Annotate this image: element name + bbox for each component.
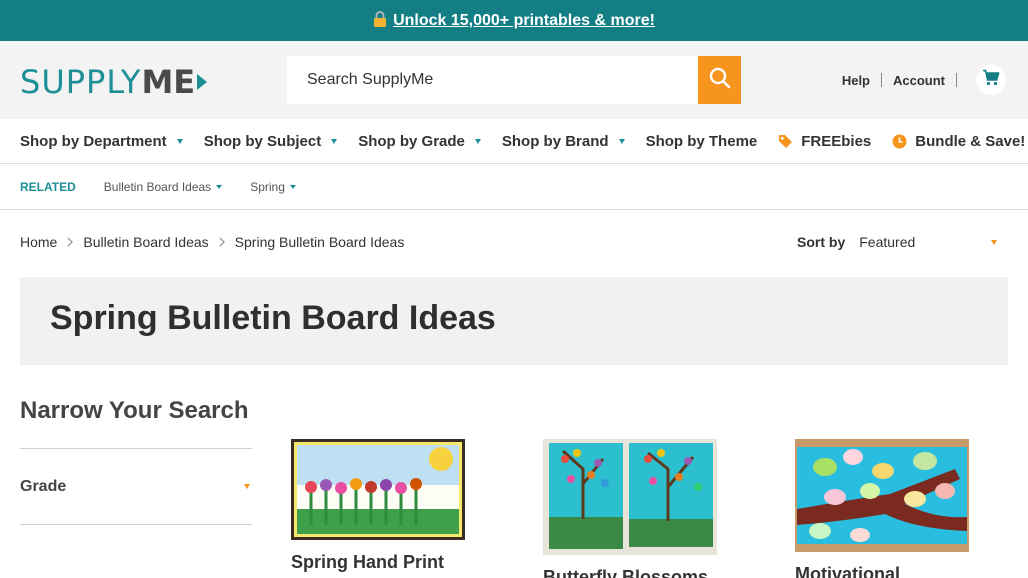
page-title-box: Spring Bulletin Board Ideas <box>20 277 1008 365</box>
breadcrumb-home[interactable]: Home <box>20 234 57 250</box>
lock-icon <box>373 10 387 31</box>
related-spring[interactable]: Spring <box>250 180 296 194</box>
related-label: RELATED <box>20 179 76 194</box>
nav-shop-by-grade[interactable]: Shop by Grade <box>358 133 481 150</box>
related-bar: RELATED Bulletin Board Ideas Spring <box>0 164 1028 210</box>
facet-grade[interactable]: Grade <box>20 449 252 525</box>
caret-down-icon <box>176 138 183 144</box>
site-header: SUPPLY ME Help Account <box>0 41 1028 119</box>
cart-button[interactable] <box>976 65 1006 95</box>
nav-shop-by-department[interactable]: Shop by Department <box>20 133 183 150</box>
logo-text-me: ME <box>141 63 196 101</box>
caret-down-icon <box>618 138 625 144</box>
caret-down-icon <box>331 138 338 144</box>
product-image-butterfly-blossoms[interactable] <box>543 439 717 555</box>
product-card[interactable]: Spring Hand Print <box>291 439 465 573</box>
logo-arrow-icon <box>197 74 208 90</box>
product-card[interactable]: Motivational <box>795 439 969 578</box>
search-input[interactable] <box>287 56 698 104</box>
nav-label: Shop by Subject <box>203 132 322 150</box>
page-title: Spring Bulletin Board Ideas <box>50 299 496 337</box>
divider <box>956 73 957 87</box>
account-link[interactable]: Account <box>893 73 945 88</box>
nav-shop-by-subject[interactable]: Shop by Subject <box>204 133 338 150</box>
main-nav: Shop by Department Shop by Subject Shop … <box>0 119 1028 164</box>
search-button[interactable] <box>698 56 741 104</box>
breadcrumb: Home Bulletin Board Ideas Spring Bulleti… <box>20 234 404 250</box>
related-item-label: Spring <box>250 179 285 194</box>
related-item-label: Bulletin Board Ideas <box>103 179 212 194</box>
tag-icon <box>778 134 793 149</box>
header-links: Help Account <box>842 65 1006 95</box>
sort-label: Sort by <box>797 234 846 250</box>
search-bar <box>287 56 741 104</box>
logo-text-supply: SUPPLY <box>20 63 142 101</box>
caret-down-icon <box>991 239 998 245</box>
sort-control: Sort by Featured <box>797 231 998 253</box>
product-image-spring-hand-print[interactable] <box>291 439 465 540</box>
promo-link[interactable]: Unlock 15,000+ printables & more! <box>393 12 655 30</box>
product-name[interactable]: Butterfly Blossoms <box>543 567 717 578</box>
nav-label: Shop by Grade <box>358 132 465 150</box>
help-link[interactable]: Help <box>842 73 870 88</box>
caret-down-icon <box>474 138 481 144</box>
filter-sidebar: Narrow Your Search Grade <box>20 394 252 525</box>
product-name[interactable]: Spring Hand Print <box>291 552 465 573</box>
related-bulletin-board-ideas[interactable]: Bulletin Board Ideas <box>103 179 223 194</box>
facet-label: Grade <box>20 477 67 495</box>
nav-label: Shop by Theme <box>645 132 758 150</box>
divider <box>881 73 882 87</box>
promo-banner: Unlock 15,000+ printables & more! <box>0 0 1028 41</box>
chevron-right-icon <box>67 237 74 247</box>
product-card[interactable]: Butterfly Blossoms <box>543 439 717 578</box>
caret-down-icon <box>244 484 250 489</box>
sort-select[interactable]: Featured <box>859 231 998 253</box>
nav-shop-by-brand[interactable]: Shop by Brand <box>502 133 625 150</box>
sidebar-title: Narrow Your Search <box>20 394 252 449</box>
nav-bundle-and-save[interactable]: Bundle & Save! <box>892 133 1025 150</box>
nav-label: Bundle & Save! <box>915 132 1026 150</box>
nav-freebies[interactable]: FREEbies <box>778 133 871 150</box>
nav-label: Shop by Department <box>20 132 167 150</box>
nav-label: FREEbies <box>801 132 872 150</box>
product-image-motivational[interactable] <box>795 439 969 552</box>
product-name[interactable]: Motivational <box>795 564 969 578</box>
supplyme-logo[interactable]: SUPPLY ME <box>20 63 208 101</box>
nav-label: Shop by Brand <box>501 132 609 150</box>
breadcrumb-bulletin-board-ideas[interactable]: Bulletin Board Ideas <box>83 234 208 250</box>
caret-down-icon <box>289 184 296 189</box>
chevron-right-icon <box>219 237 225 247</box>
caret-down-icon <box>216 184 223 189</box>
search-icon <box>709 67 731 94</box>
clock-icon <box>892 134 907 149</box>
cart-icon <box>982 69 1000 91</box>
breadcrumb-current: Spring Bulletin Board Ideas <box>234 234 405 250</box>
sort-value: Featured <box>859 234 916 250</box>
nav-shop-by-theme[interactable]: Shop by Theme <box>646 133 758 150</box>
